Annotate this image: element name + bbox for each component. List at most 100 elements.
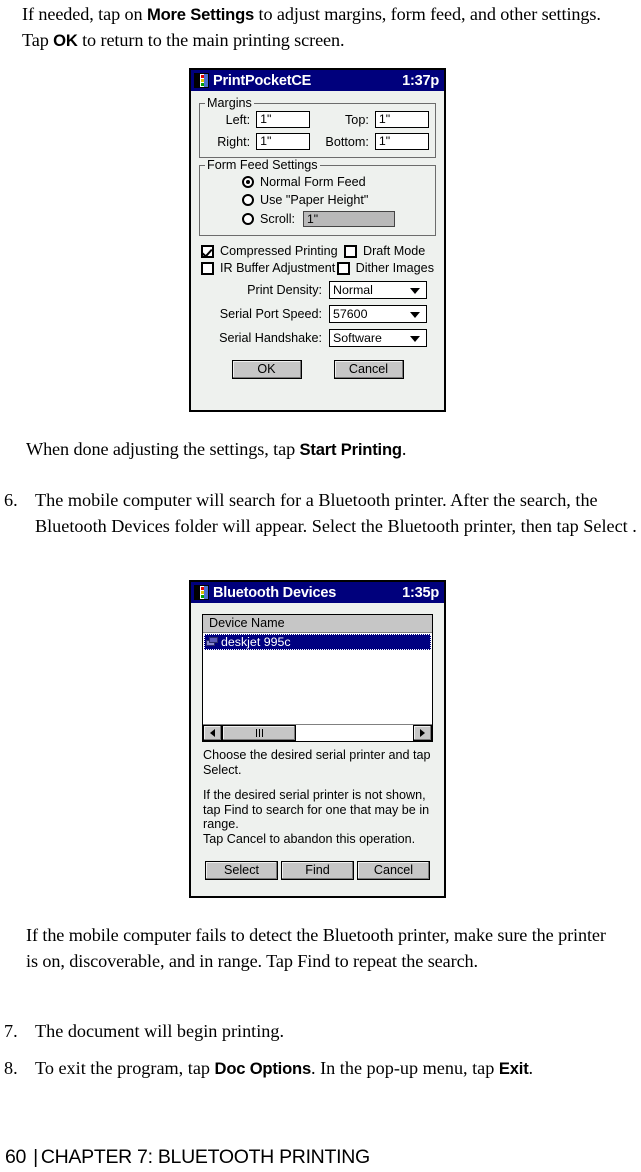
checkbox-draft-mode-icon <box>344 244 357 258</box>
checkbox-compressed-printing[interactable]: Compressed Printing <box>201 244 344 258</box>
document-page: If needed, tap on More Settings to adjus… <box>0 0 641 1172</box>
radio-normal-form-feed[interactable]: Normal Form Feed <box>206 175 429 189</box>
checkbox-label-compressed-printing: Compressed Printing <box>220 244 338 258</box>
serial-handshake-row: Serial Handshake: Software <box>197 329 438 347</box>
print-density-value: Normal <box>333 283 373 297</box>
margins-row-top: Left: 1" Top: 1" <box>206 111 429 128</box>
scrollbar-track[interactable] <box>222 725 413 741</box>
serial-handshake-label: Serial Handshake: <box>219 331 322 345</box>
checkbox-ir-buffer-adjustment-icon <box>201 261 214 275</box>
checkbox-label-draft-mode: Draft Mode <box>363 244 426 258</box>
top-margin-input[interactable]: 1" <box>374 111 429 128</box>
page-footer: 60 | CHAPTER 7: BLUETOOTH PRINTING <box>5 1146 370 1169</box>
serial-handshake-dropdown[interactable]: Software <box>329 329 427 347</box>
checkbox-dither-images-icon <box>336 261 350 275</box>
radio-use-paper-height[interactable]: Use "Paper Height" <box>206 193 429 207</box>
right-margin-input[interactable]: 1" <box>256 133 311 150</box>
numbered-step-7: 7. The document will begin printing. <box>4 1019 638 1045</box>
checkbox-ir-buffer-adjustment[interactable]: IR Buffer Adjustment <box>201 261 337 275</box>
step-7-text: The document will begin printing. <box>35 1021 285 1041</box>
ok-button[interactable]: OK <box>231 360 302 379</box>
serial-port-speed-dropdown[interactable]: 57600 <box>329 305 427 323</box>
radio-button-use-paper-height-icon <box>242 194 254 206</box>
device-list-item-label: deskjet 995c <box>221 635 291 649</box>
chevron-down-icon <box>410 288 420 294</box>
chevron-down-icon <box>410 312 420 318</box>
scroll-amount-input[interactable]: 1" <box>303 211 395 227</box>
device-list: Device Name deskjet 995c <box>202 614 433 742</box>
serial-port-speed-label: Serial Port Speed: <box>219 307 322 321</box>
margins-row-bottom: Right: 1" Bottom: 1" <box>206 133 429 150</box>
checkbox-label-ir-buffer-adjustment: IR Buffer Adjustment <box>220 261 336 275</box>
checkbox-row-1: Compressed Printing Draft Mode <box>201 244 434 258</box>
cancel-button[interactable]: Cancel <box>333 360 404 379</box>
form-feed-group-label: Form Feed Settings <box>205 158 320 172</box>
device-list-column-header: Device Name <box>203 615 432 633</box>
margins-groupbox: Margins Left: 1" Top: 1" Right: 1" Botto… <box>199 96 436 158</box>
printpocketce-dialog-screenshot: PrintPocketCE 1:37p Margins Left: 1" Top… <box>189 68 446 412</box>
top-margin-label: Top: <box>345 112 369 127</box>
paragraph-fail-detect: If the mobile computer fails to detect t… <box>26 925 606 971</box>
device-help-text-secondary: If the desired serial printer is not sho… <box>203 788 430 846</box>
bottom-margin-label: Bottom: <box>325 134 369 149</box>
radio-label-scroll: Scroll: <box>260 212 295 226</box>
step-7-number: 7. <box>4 1021 18 1041</box>
print-settings-button-row: OK Cancel <box>197 360 438 379</box>
serial-port-speed-row: Serial Port Speed: 57600 <box>197 305 438 323</box>
bluetooth-devices-dialog-screenshot: Bluetooth Devices 1:35p Device Name desk… <box>189 580 446 898</box>
radio-label-normal-form-feed: Normal Form Feed <box>260 175 366 189</box>
checkbox-compressed-printing-icon <box>201 244 214 258</box>
radio-scroll[interactable]: Scroll: 1" <box>206 211 429 227</box>
printpocketce-title-bar: PrintPocketCE 1:37p <box>191 70 444 91</box>
checkbox-draft-mode[interactable]: Draft Mode <box>344 244 425 258</box>
bluetooth-devices-button-row: Select Find Cancel <box>205 860 430 880</box>
serial-handshake-value: Software <box>333 331 382 345</box>
paragraph-start-printing: When done adjusting the settings, tap St… <box>26 439 407 459</box>
step-6-text: The mobile computer will search for a Bl… <box>35 490 637 536</box>
bluetooth-devices-app-icon <box>194 585 209 600</box>
numbered-step-6: 6. The mobile computer will search for a… <box>4 488 638 539</box>
device-help-text-primary: Choose the desired serial printer and ta… <box>203 748 431 777</box>
print-options-checkbox-grid: Compressed Printing Draft Mode IR Buffer… <box>201 244 434 275</box>
scroll-left-arrow-icon[interactable] <box>203 725 222 741</box>
serial-port-speed-value: 57600 <box>333 307 368 321</box>
print-density-dropdown[interactable]: Normal <box>329 281 427 299</box>
scroll-right-arrow-icon[interactable] <box>413 725 432 741</box>
printer-device-icon <box>206 636 219 648</box>
print-density-row: Print Density: Normal <box>197 281 438 299</box>
printpocketce-title-text: PrintPocketCE <box>213 72 312 89</box>
horizontal-scrollbar[interactable] <box>203 724 432 741</box>
printpocketce-clock: 1:37p <box>402 72 439 89</box>
bluetooth-devices-body: Device Name deskjet 995c Choose the desi… <box>191 603 444 886</box>
find-button[interactable]: Find <box>281 860 354 880</box>
checkbox-dither-images[interactable]: Dither Images <box>336 261 434 275</box>
checkbox-label-dither-images: Dither Images <box>355 261 434 275</box>
radio-button-scroll-icon <box>242 213 254 225</box>
bluetooth-devices-clock: 1:35p <box>402 584 439 601</box>
paragraph-intro: If needed, tap on More Settings to adjus… <box>22 4 601 50</box>
bottom-margin-input[interactable]: 1" <box>374 133 429 150</box>
step-8-number: 8. <box>4 1058 18 1078</box>
printpocketce-app-icon <box>194 73 209 88</box>
left-margin-label: Left: <box>225 112 251 127</box>
left-margin-input[interactable]: 1" <box>256 111 311 128</box>
chevron-down-icon <box>410 336 420 342</box>
radio-label-use-paper-height: Use "Paper Height" <box>260 193 369 207</box>
right-margin-label: Right: <box>217 134 251 149</box>
select-button[interactable]: Select <box>205 860 278 880</box>
footer-chapter-title: CHAPTER 7: BLUETOOTH PRINTING <box>40 1146 370 1168</box>
footer-separator: | <box>33 1146 38 1168</box>
printpocketce-body: Margins Left: 1" Top: 1" Right: 1" Botto… <box>191 91 444 385</box>
scrollbar-thumb[interactable] <box>222 725 296 741</box>
numbered-step-8: 8. To exit the program, tap Doc Options.… <box>4 1056 638 1082</box>
device-list-body: deskjet 995c <box>203 634 432 724</box>
footer-page-number: 60 <box>5 1146 27 1168</box>
checkbox-row-2: IR Buffer Adjustment Dither Images <box>201 261 434 275</box>
device-list-item-deskjet[interactable]: deskjet 995c <box>204 634 431 650</box>
form-feed-groupbox: Form Feed Settings Normal Form Feed Use … <box>199 158 436 236</box>
radio-button-normal-form-feed-icon <box>242 176 254 188</box>
bluetooth-devices-title-text: Bluetooth Devices <box>213 584 337 601</box>
step-6-number: 6. <box>4 490 18 510</box>
print-density-label: Print Density: <box>247 283 322 297</box>
cancel-button[interactable]: Cancel <box>357 860 430 880</box>
